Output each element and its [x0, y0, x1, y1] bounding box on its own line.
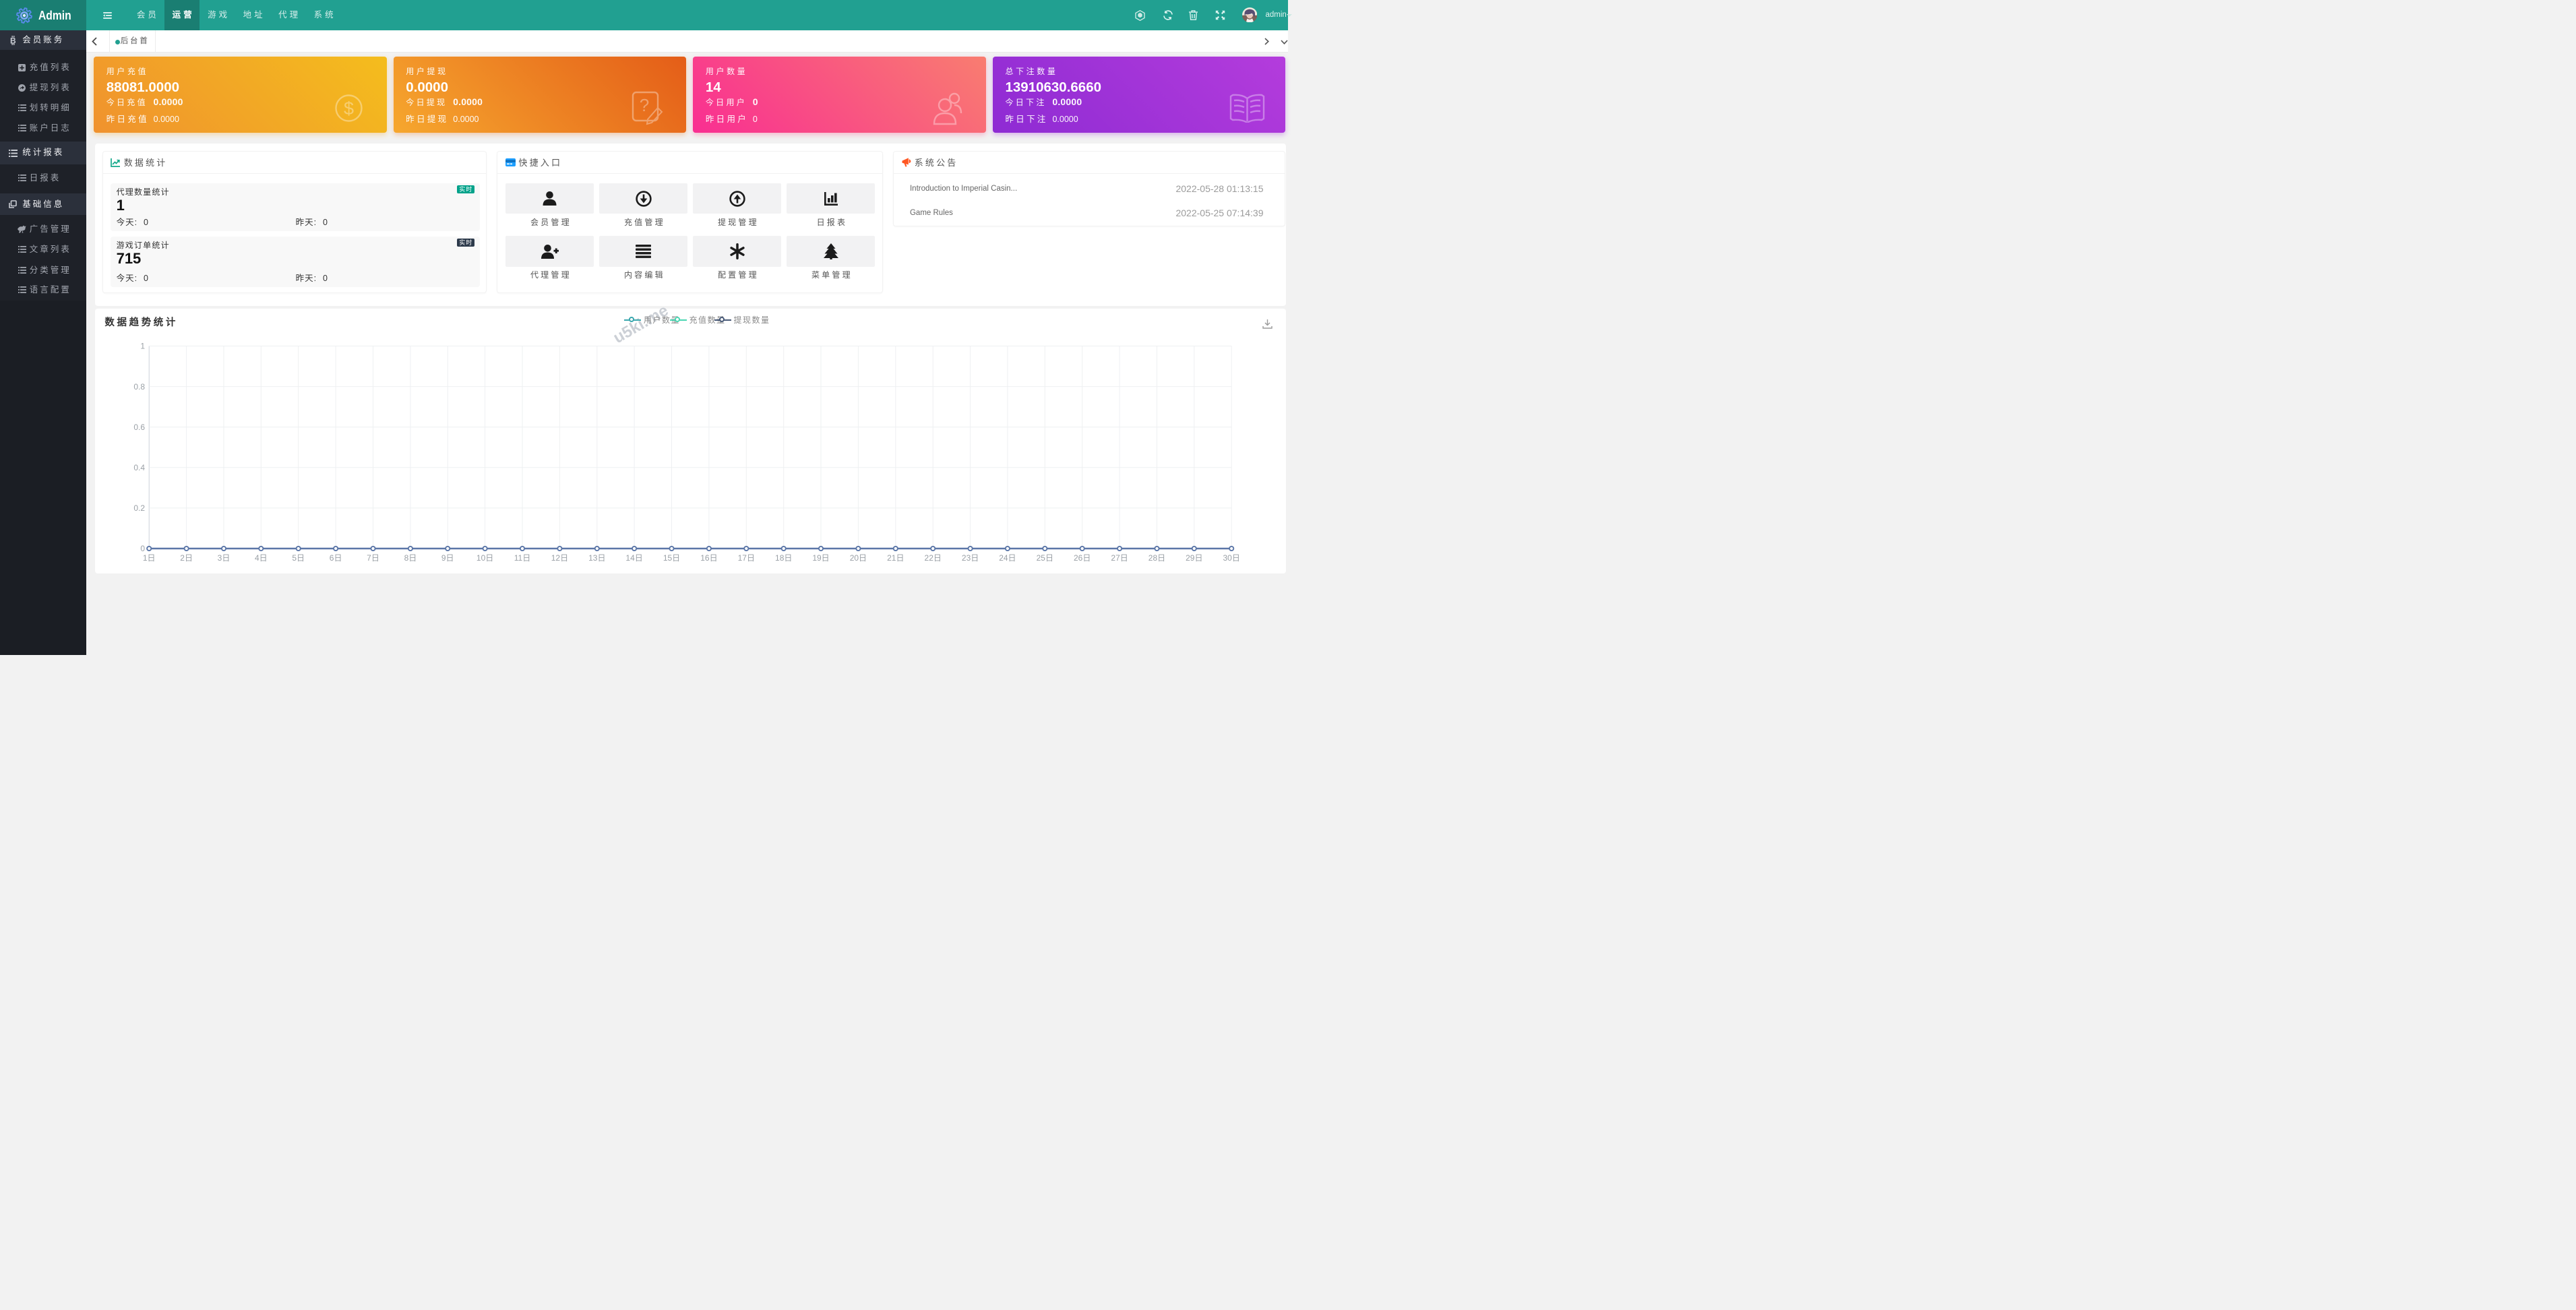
svg-text:17日: 17日 [738, 553, 755, 563]
svg-text:18日: 18日 [775, 553, 792, 563]
svg-text:0.4: 0.4 [134, 463, 146, 472]
svg-text:30日: 30日 [1223, 553, 1240, 563]
svg-text:29日: 29日 [1186, 553, 1203, 563]
svg-text:16日: 16日 [701, 553, 718, 563]
svg-text:4日: 4日 [255, 553, 268, 563]
svg-text:1: 1 [141, 342, 146, 351]
svg-text:26日: 26日 [1074, 553, 1091, 563]
svg-text:0: 0 [141, 544, 146, 554]
svg-text:B: B [10, 36, 16, 46]
svg-text:11日: 11日 [514, 553, 530, 563]
svg-text:3日: 3日 [218, 553, 231, 563]
svg-text:5日: 5日 [293, 553, 305, 563]
svg-text:2日: 2日 [181, 553, 193, 563]
svg-text:7日: 7日 [367, 553, 380, 563]
svg-text:12日: 12日 [551, 553, 568, 563]
svg-text:0.6: 0.6 [134, 423, 146, 432]
svg-text:0.2: 0.2 [134, 503, 146, 513]
svg-text:$: $ [344, 98, 354, 119]
svg-text:15日: 15日 [663, 553, 680, 563]
svg-text:27日: 27日 [1111, 553, 1128, 563]
svg-text:9日: 9日 [441, 553, 454, 563]
svg-text:24日: 24日 [1000, 553, 1016, 563]
svg-text:8日: 8日 [404, 553, 417, 563]
svg-text:0.8: 0.8 [134, 382, 146, 392]
svg-text:25日: 25日 [1037, 553, 1053, 563]
svg-text:28日: 28日 [1148, 553, 1165, 563]
svg-text:22日: 22日 [925, 553, 942, 563]
svg-text:?: ? [640, 95, 649, 115]
svg-text:14日: 14日 [626, 553, 643, 563]
svg-text:20日: 20日 [850, 553, 867, 563]
svg-text:6日: 6日 [330, 553, 342, 563]
svg-text:23日: 23日 [962, 553, 979, 563]
svg-text:19日: 19日 [813, 553, 830, 563]
svg-text:1日: 1日 [143, 553, 156, 563]
svg-text:21日: 21日 [888, 553, 904, 563]
svg-text:10日: 10日 [477, 553, 493, 563]
svg-text:13日: 13日 [589, 553, 606, 563]
